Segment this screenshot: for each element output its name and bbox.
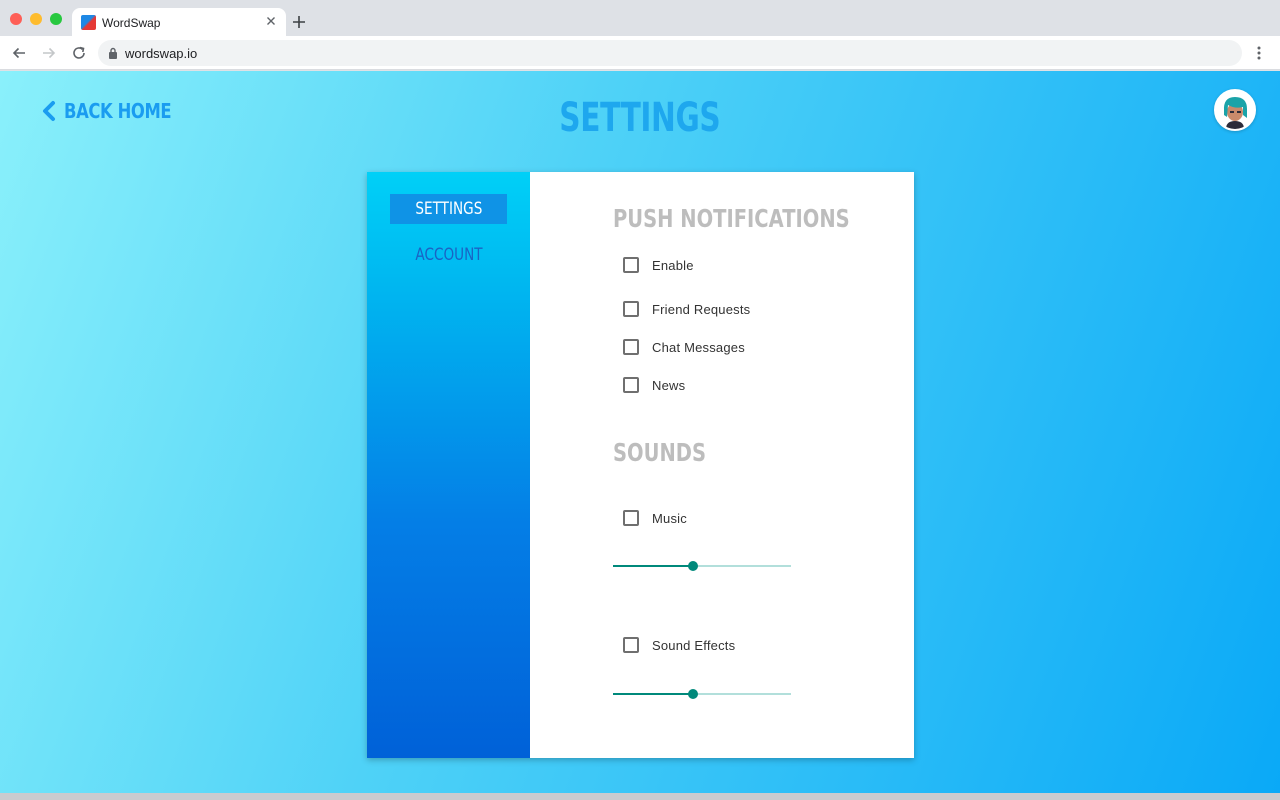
music-checkbox[interactable]: Music <box>623 509 687 527</box>
browser-toolbar: wordswap.io <box>0 36 1280 70</box>
slider-fill <box>613 693 694 695</box>
checkbox-label: Music <box>652 510 687 526</box>
forward-arrow-icon[interactable] <box>40 44 58 62</box>
back-arrow-icon[interactable] <box>10 44 28 62</box>
enable-notifications-checkbox[interactable]: Enable <box>623 256 694 274</box>
checkbox-box[interactable] <box>623 637 639 653</box>
close-tab-icon[interactable] <box>264 14 278 28</box>
page-title: SETTINGS <box>0 95 1280 141</box>
sidebar-item-label: SETTINGS <box>415 199 482 219</box>
address-bar[interactable]: wordswap.io <box>98 40 1242 66</box>
tab-title: WordSwap <box>102 16 161 30</box>
checkbox-label: News <box>652 377 686 393</box>
sidebar-item-label: ACCOUNT <box>414 245 483 265</box>
page-background: BACK HOME SETTINGS SETTINGS ACCOUNT PUSH… <box>0 71 1280 793</box>
slider-thumb[interactable] <box>688 561 699 571</box>
push-notifications-heading: PUSH NOTIFICATIONS <box>613 204 850 233</box>
sidebar-item-account[interactable]: ACCOUNT <box>390 240 507 270</box>
checkbox-box[interactable] <box>623 510 639 526</box>
wordswap-favicon-icon <box>81 15 96 30</box>
sidebar-item-settings[interactable]: SETTINGS <box>390 194 507 224</box>
checkbox-box[interactable] <box>623 301 639 317</box>
sound-effects-volume-slider[interactable] <box>613 687 791 701</box>
url-text: wordswap.io <box>125 46 198 61</box>
checkbox-label: Chat Messages <box>652 339 745 355</box>
music-volume-slider[interactable] <box>613 559 791 573</box>
checkbox-label: Sound Effects <box>652 637 736 653</box>
window-minimize-button[interactable] <box>30 13 42 25</box>
window-bottom-edge <box>0 793 1280 800</box>
settings-card: SETTINGS ACCOUNT PUSH NOTIFICATIONS Enab… <box>367 172 914 758</box>
sounds-heading: SOUNDS <box>613 438 707 467</box>
checkbox-box[interactable] <box>623 377 639 393</box>
window-maximize-button[interactable] <box>50 13 62 25</box>
sound-effects-checkbox[interactable]: Sound Effects <box>623 636 735 654</box>
friend-requests-checkbox[interactable]: Friend Requests <box>623 300 750 318</box>
browser-tab-active[interactable]: WordSwap <box>72 8 286 36</box>
chat-messages-checkbox[interactable]: Chat Messages <box>623 338 745 356</box>
user-avatar[interactable] <box>1214 89 1256 131</box>
window-close-button[interactable] <box>10 13 22 25</box>
page-title-text: SETTINGS <box>559 95 721 141</box>
new-tab-plus-icon[interactable] <box>291 14 307 30</box>
checkbox-box[interactable] <box>623 339 639 355</box>
checkbox-label: Friend Requests <box>652 301 751 317</box>
news-checkbox[interactable]: News <box>623 376 685 394</box>
checkbox-box[interactable] <box>623 257 639 273</box>
lock-icon <box>109 47 117 59</box>
reload-icon[interactable] <box>70 44 88 62</box>
browser-tab-strip: WordSwap <box>0 0 1280 36</box>
settings-sidebar: SETTINGS ACCOUNT <box>367 172 530 758</box>
avatar-character-icon <box>1216 91 1254 129</box>
slider-fill <box>613 565 694 567</box>
browser-menu-icon[interactable] <box>1250 44 1268 62</box>
slider-thumb[interactable] <box>688 689 699 699</box>
checkbox-label: Enable <box>652 257 694 273</box>
